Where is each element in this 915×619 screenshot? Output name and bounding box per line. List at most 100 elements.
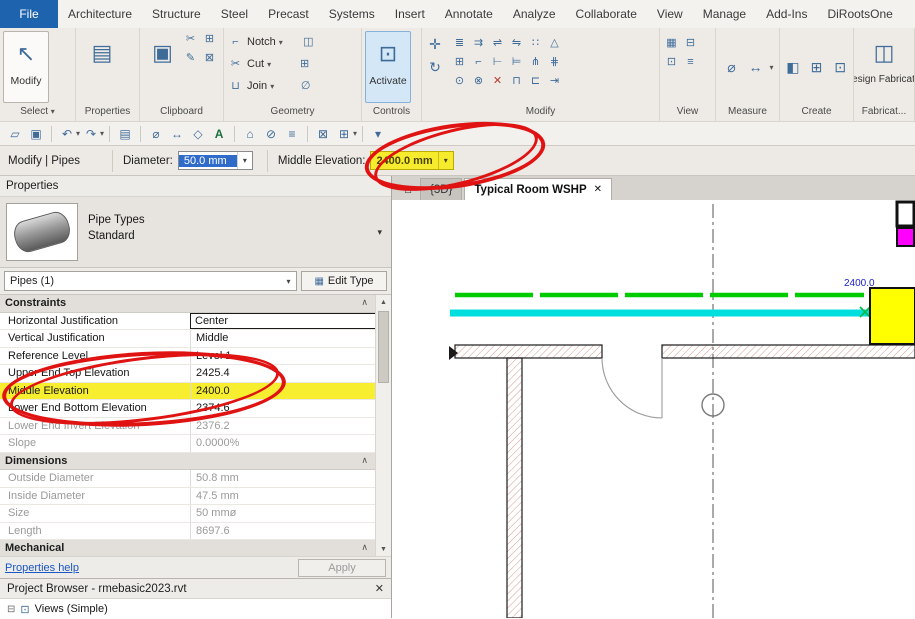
chevron-down-icon[interactable]: ▾ xyxy=(236,152,252,169)
modify-button[interactable]: ↖ Modify xyxy=(3,31,49,103)
default-3d-view-icon[interactable]: ⌂ xyxy=(240,124,260,144)
section-mechanical[interactable]: Mechanical ∧ xyxy=(0,540,376,556)
section-icon[interactable]: ⊘ xyxy=(261,124,281,144)
trim-extend-corner-icon[interactable]: ⌐ xyxy=(470,54,487,71)
tab-manage[interactable]: Manage xyxy=(693,0,756,28)
tab-dirootsone[interactable]: DiRootsOne xyxy=(817,0,902,28)
activate-button[interactable]: ⊡ Activate xyxy=(365,31,411,103)
type-selector[interactable]: Pipe Types Standard ▾ xyxy=(0,196,391,268)
paste-aligned-icon[interactable]: ⊠ xyxy=(201,50,218,67)
array-icon[interactable]: ∷ xyxy=(527,35,544,52)
property-value[interactable]: Middle xyxy=(190,330,376,347)
customize-qat-icon[interactable]: ▾ xyxy=(368,124,388,144)
beam-cope-icon[interactable]: ⊞ xyxy=(296,56,313,73)
equipment-outline-box[interactable] xyxy=(895,200,915,228)
tree-collapse-icon[interactable]: ⊟ xyxy=(7,604,15,615)
copy-icon[interactable]: ⊞ xyxy=(451,54,468,71)
notch-tool[interactable]: ⌐ Notch ▾ ◫ xyxy=(227,31,358,53)
pin-icon[interactable]: ⊙ xyxy=(451,73,468,90)
collapse-icon[interactable]: ∧ xyxy=(361,455,368,470)
property-value[interactable]: Level 1 xyxy=(190,347,376,364)
design-fabrication-button[interactable]: ◫ Design Fabricat... xyxy=(854,31,914,104)
close-icon[interactable]: ✕ xyxy=(375,582,384,595)
create-group-icon[interactable]: ⊡ xyxy=(830,58,850,78)
wall-top-right[interactable] xyxy=(661,344,915,359)
print-icon[interactable]: ▤ xyxy=(115,124,135,144)
cut-to-clipboard-icon[interactable]: ✂ xyxy=(182,31,199,48)
apply-button[interactable]: Apply xyxy=(298,558,386,577)
wall-vertical[interactable] xyxy=(506,357,523,618)
delete-icon[interactable]: ✕ xyxy=(489,73,506,90)
aligned-dimension-icon[interactable]: ↔ xyxy=(167,124,187,144)
scale-icon[interactable]: △ xyxy=(546,35,563,52)
hide-elements-icon[interactable]: ⊟ xyxy=(682,35,699,52)
diameter-combo[interactable]: 50.0 mm ▾ xyxy=(177,151,253,170)
wall-opening-icon[interactable]: ◫ xyxy=(300,34,317,51)
tab-analyze[interactable]: Analyze xyxy=(503,0,566,28)
door-swing-arc[interactable] xyxy=(601,357,663,419)
graphics-overrides-icon[interactable]: ▦ xyxy=(663,35,680,52)
tab-view[interactable]: View xyxy=(647,0,693,28)
offset-icon[interactable]: ⇉ xyxy=(470,35,487,52)
section-dimensions[interactable]: Dimensions ∧ xyxy=(0,452,376,470)
paste-button[interactable]: ▣ xyxy=(143,31,182,104)
create-parts-icon[interactable]: ◧ xyxy=(783,58,803,78)
tab-add-ins[interactable]: Add-Ins xyxy=(756,0,817,28)
collapse-icon[interactable]: ∧ xyxy=(361,542,368,556)
switch-windows-dropdown-icon[interactable]: ▾ xyxy=(353,129,357,138)
properties-scrollbar[interactable]: ▲ ▼ xyxy=(375,295,391,556)
section-constraints[interactable]: Constraints ∧ xyxy=(0,295,376,313)
activate-dimensions-icon[interactable]: ⇥ xyxy=(546,73,563,90)
property-value[interactable]: 2400.0 xyxy=(190,382,376,399)
cut-geometry-tool[interactable]: ✂ Cut ▾ ⊞ xyxy=(227,53,358,75)
measure-icon[interactable]: ⌀ xyxy=(146,124,166,144)
close-tab-icon[interactable]: ✕ xyxy=(594,184,602,195)
mirror-pick-axis-icon[interactable]: ⇌ xyxy=(489,35,506,52)
join-geometry-tool[interactable]: ⊔ Join ▾ ∅ xyxy=(227,75,358,97)
create-assembly-icon[interactable]: ⊞ xyxy=(807,58,827,78)
property-value[interactable]: 2425.4 xyxy=(190,365,376,382)
view-tab-3d[interactable]: {3D} xyxy=(420,178,463,200)
selection-filter-combo[interactable]: Pipes (1) ▾ xyxy=(4,271,297,291)
split-element-icon[interactable]: ⋔ xyxy=(527,54,544,71)
wall-top-left[interactable] xyxy=(454,344,603,359)
linework-icon[interactable]: ≡ xyxy=(682,54,699,71)
open-icon[interactable]: ▱ xyxy=(5,124,25,144)
move-icon[interactable]: ✛ xyxy=(425,35,445,55)
aligned-dimension-icon[interactable]: ↔ xyxy=(745,58,765,78)
temporary-isolate-icon[interactable]: ⊡ xyxy=(663,54,680,71)
chevron-down-icon[interactable]: ▾ xyxy=(769,63,773,72)
tab-architecture[interactable]: Architecture xyxy=(58,0,142,28)
middle-elevation-combo[interactable]: 2400.0 mm ▾ xyxy=(370,151,454,170)
panel-label-select[interactable]: Select ▾ xyxy=(0,104,75,121)
align-icon[interactable]: ≣ xyxy=(451,35,468,52)
edit-type-button[interactable]: ▦ Edit Type xyxy=(301,271,387,291)
scrollbar-thumb[interactable] xyxy=(378,311,389,383)
cope-icon[interactable]: ⊏ xyxy=(527,73,544,90)
chevron-down-icon[interactable]: ▾ xyxy=(437,152,453,169)
measure-icon[interactable]: ⌀ xyxy=(721,58,741,78)
browser-item-views[interactable]: ⊟ ⊡ Views (Simple) xyxy=(0,599,391,619)
chevron-down-icon[interactable]: ▾ xyxy=(377,227,382,238)
trim-extend-multiple-icon[interactable]: ⊨ xyxy=(508,54,525,71)
save-icon[interactable]: ▣ xyxy=(26,124,46,144)
tab-structure[interactable]: Structure xyxy=(142,0,211,28)
home-icon[interactable]: ⌂ xyxy=(396,178,420,200)
drawing-canvas[interactable]: 2400.0 xyxy=(392,200,915,618)
properties-help-link[interactable]: Properties help xyxy=(5,562,79,574)
undo-dropdown-icon[interactable]: ▾ xyxy=(76,129,80,138)
magenta-element[interactable] xyxy=(896,227,915,247)
thin-lines-icon[interactable]: ≡ xyxy=(282,124,302,144)
collapse-icon[interactable]: ∧ xyxy=(361,297,368,312)
tab-insert[interactable]: Insert xyxy=(385,0,435,28)
tag-by-category-icon[interactable]: ◇ xyxy=(188,124,208,144)
rotate-icon[interactable]: ↻ xyxy=(425,58,445,78)
tab-file[interactable]: File xyxy=(0,0,58,28)
scroll-down-icon[interactable]: ▼ xyxy=(376,542,391,556)
trim-extend-single-icon[interactable]: ⊢ xyxy=(489,54,506,71)
redo-dropdown-icon[interactable]: ▾ xyxy=(100,129,104,138)
tab-precast[interactable]: Precast xyxy=(258,0,319,28)
tab-steel[interactable]: Steel xyxy=(211,0,258,28)
switch-windows-icon[interactable]: ⊞ xyxy=(334,124,354,144)
copy-to-clipboard-icon[interactable]: ⊞ xyxy=(201,31,218,48)
